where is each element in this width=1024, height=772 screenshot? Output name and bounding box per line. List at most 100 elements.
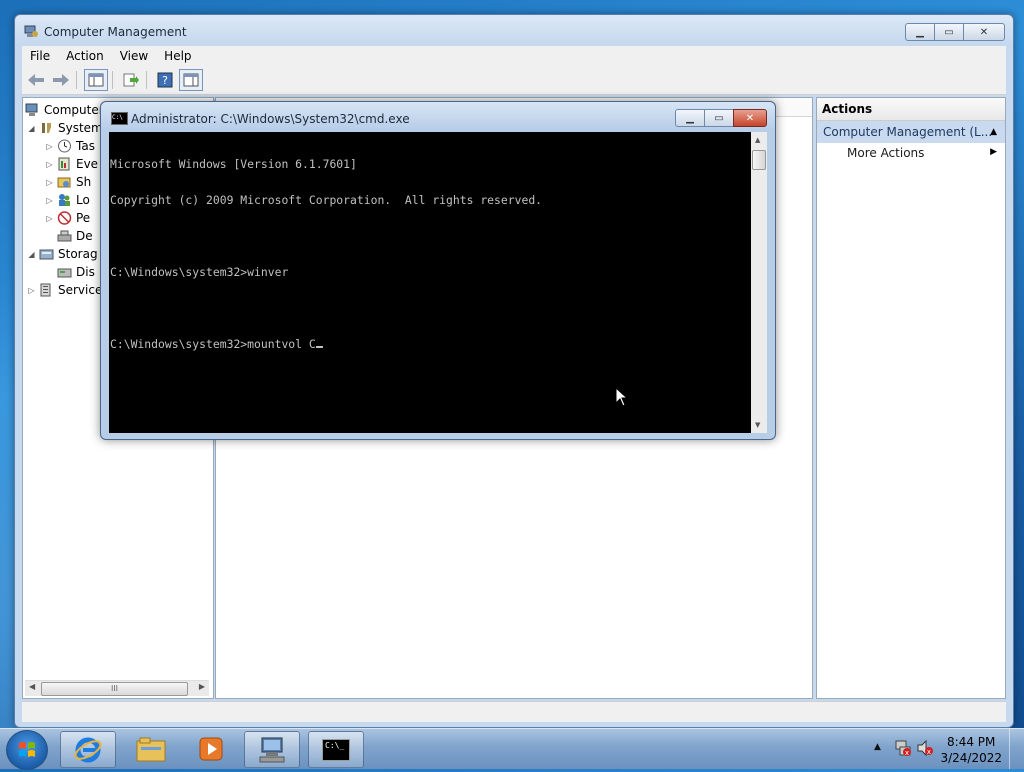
export-list-button[interactable] — [120, 70, 142, 90]
console-command: C:\Windows\system32>mountvol C — [110, 337, 316, 351]
tree-item-services-applications[interactable]: ▷ Service — [27, 281, 102, 299]
tree-item-system-tools[interactable]: ◢ System — [27, 119, 103, 137]
cmd-icon: C:\_ — [322, 738, 350, 761]
tree-label: Storag — [58, 247, 98, 261]
actions-header: Actions — [817, 98, 1005, 121]
cmd-minimize-button[interactable]: ▁ — [675, 109, 705, 127]
minimize-button[interactable]: ▁ — [905, 23, 935, 41]
tree-item-disk-management[interactable]: Dis — [57, 263, 95, 281]
menu-bar: File Action View Help — [22, 46, 1006, 66]
maximize-button[interactable]: ▭ — [934, 23, 964, 41]
tree-item-task-scheduler[interactable]: ▷ Tas — [45, 137, 95, 155]
console-output[interactable]: Microsoft Windows [Version 6.1.7601] Cop… — [109, 132, 751, 433]
computer-management-icon — [24, 25, 38, 37]
menu-view[interactable]: View — [112, 49, 156, 63]
window-title: Computer Management — [44, 25, 187, 39]
show-hidden-icons-arrow[interactable]: ▲ — [874, 742, 881, 752]
shared-folders-icon — [57, 177, 71, 188]
console-tree-icon — [88, 73, 104, 87]
show-desktop-button[interactable] — [1009, 729, 1024, 769]
tree-label: System — [58, 121, 103, 135]
computer-management-icon — [259, 737, 285, 762]
system-tray: ▲ x x 8:44 PM 3/24/2022 — [864, 729, 1024, 769]
minimize-icon: ▁ — [916, 26, 924, 38]
forward-button[interactable] — [50, 70, 72, 90]
windows-logo-icon — [19, 742, 35, 757]
scroll-right-icon[interactable]: ▶ — [199, 682, 205, 691]
cmd-close-button[interactable]: ✕ — [733, 109, 767, 127]
taskbar-cmd[interactable]: C:\_ — [308, 731, 364, 768]
text-cursor — [315, 346, 323, 348]
cmd-title-bar[interactable]: C:\ Administrator: C:\Windows\System32\c… — [101, 102, 775, 130]
tree-item-shared-folders[interactable]: ▷ Sh — [45, 173, 91, 191]
back-button[interactable] — [25, 70, 47, 90]
status-bar — [22, 701, 1006, 722]
taskbar-clock[interactable]: 8:44 PM 3/24/2022 — [940, 734, 1002, 766]
svg-text:x: x — [905, 749, 909, 757]
cmd-window-title: Administrator: C:\Windows\System32\cmd.e… — [131, 112, 410, 126]
tree-item-storage[interactable]: ◢ Storag — [27, 245, 98, 263]
export-list-icon — [123, 73, 139, 87]
more-actions-label: More Actions — [847, 146, 925, 160]
collapse-up-icon: ▲ — [990, 127, 997, 137]
menu-file[interactable]: File — [22, 49, 58, 63]
toolbar-separator — [112, 71, 113, 89]
clock-date: 3/24/2022 — [940, 751, 1002, 765]
show-hide-console-tree-button[interactable] — [84, 69, 108, 91]
start-button[interactable] — [6, 730, 48, 770]
actions-section-label: Computer Management (L... — [823, 125, 993, 139]
taskbar-media-player[interactable] — [184, 731, 238, 766]
tree-item-computer-management[interactable]: Computer — [25, 101, 104, 119]
cmd-window: C:\ Administrator: C:\Windows\System32\c… — [100, 101, 776, 440]
toolbar-separator — [76, 71, 77, 89]
event-viewer-icon — [58, 157, 70, 171]
console-line: C:\Windows\system32>winver — [110, 265, 289, 279]
tree-item-performance[interactable]: ▷ Pe — [45, 209, 90, 227]
back-arrow-icon — [28, 74, 44, 86]
help-button[interactable]: ? — [154, 70, 176, 90]
collapsed-arrow-icon: ▷ — [46, 177, 53, 187]
media-player-icon — [199, 737, 223, 760]
mouse-pointer-icon — [615, 387, 629, 407]
scrollbar-thumb[interactable]: III — [41, 682, 188, 696]
folder-icon — [136, 737, 166, 761]
volume-muted-icon[interactable]: x — [916, 739, 934, 757]
tree-item-event-viewer[interactable]: ▷ Eve — [45, 155, 98, 173]
menu-help[interactable]: Help — [156, 49, 199, 63]
expanded-arrow-icon: ◢ — [28, 249, 35, 259]
minimize-icon: ▁ — [686, 112, 694, 124]
close-button[interactable]: ✕ — [963, 23, 1005, 41]
actions-section-computer-management[interactable]: Computer Management (L... ▲ — [817, 121, 1005, 143]
show-hide-action-pane-button[interactable] — [179, 69, 203, 91]
cmd-maximize-button[interactable]: ▭ — [704, 109, 734, 127]
scroll-left-icon[interactable]: ◀ — [29, 682, 35, 691]
internet-explorer-icon — [74, 737, 102, 762]
close-icon: ✕ — [979, 26, 989, 38]
scroll-down-icon[interactable]: ▼ — [755, 421, 760, 429]
tree-item-device-manager[interactable]: De — [57, 227, 93, 245]
taskbar-windows-explorer[interactable] — [124, 731, 178, 766]
scroll-up-icon[interactable]: ▲ — [755, 136, 760, 144]
tree-label: Tas — [76, 139, 95, 153]
actions-pane: Actions Computer Management (L... ▲ More… — [816, 97, 1006, 699]
console-vertical-scrollbar[interactable]: ▲ ▼ — [751, 132, 767, 433]
console-line: Copyright (c) 2009 Microsoft Corporation… — [110, 193, 543, 207]
title-bar[interactable]: Computer Management ▁ ▭ ✕ — [15, 15, 1013, 47]
maximize-icon: ▭ — [714, 112, 724, 124]
menu-action[interactable]: Action — [58, 49, 112, 63]
taskbar-computer-management[interactable] — [244, 731, 300, 768]
forward-arrow-icon — [53, 74, 69, 86]
scrollbar-thumb[interactable] — [752, 150, 766, 170]
tree-horizontal-scrollbar[interactable]: ◀ III ▶ — [25, 680, 209, 696]
tree-label: Sh — [76, 175, 92, 189]
console-input-line[interactable]: C:\Windows\system32>mountvol C — [110, 338, 750, 350]
tree-item-local-users-groups[interactable]: ▷ Lo — [45, 191, 89, 209]
computer-management-icon — [25, 103, 38, 116]
more-actions-link[interactable]: More Actions — [847, 146, 924, 160]
toolbar: ? — [22, 66, 1006, 95]
collapsed-arrow-icon: ▷ — [46, 159, 53, 169]
taskbar-internet-explorer[interactable] — [60, 731, 116, 768]
network-icon[interactable]: x — [894, 739, 912, 757]
